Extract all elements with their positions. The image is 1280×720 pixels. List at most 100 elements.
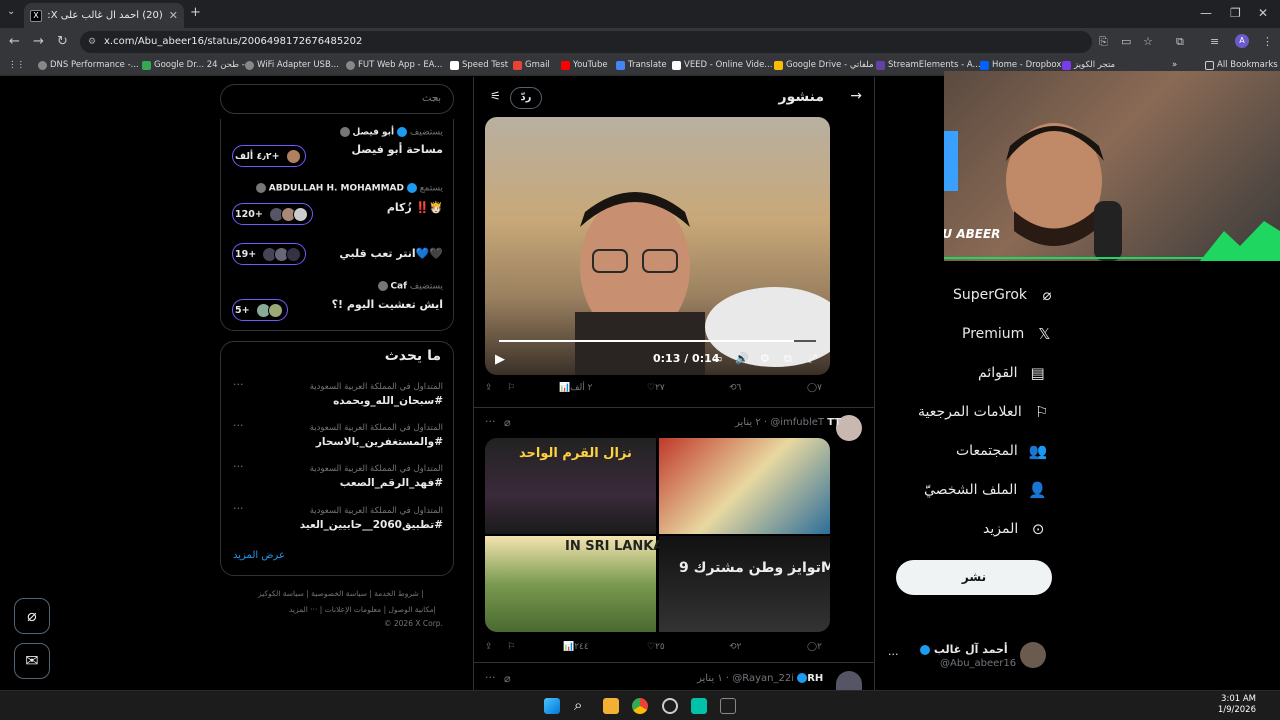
bookmark-item[interactable]: Home - Dropbox xyxy=(980,60,1061,70)
app-icon[interactable] xyxy=(691,698,707,714)
video-progress-track[interactable] xyxy=(499,340,816,342)
translate-icon[interactable]: ⎘ xyxy=(1099,35,1108,49)
reload-icon[interactable]: ↻ xyxy=(57,34,68,49)
like-button[interactable]: ♡ ٢٧ xyxy=(647,383,665,393)
repost-button[interactable]: ⟲ ٦ xyxy=(729,383,741,393)
trend-item[interactable]: المتداول في المملكة العربية السعودية #تط… xyxy=(221,502,455,542)
space-item[interactable]: يستضيف Caf ايش تعشيت اليوم !؟ 5+ xyxy=(221,279,455,329)
nav-bookmarks[interactable]: ⚐ العلامات المرجعية xyxy=(918,400,1052,424)
grok-icon[interactable]: ⌀ xyxy=(504,672,511,685)
more-icon[interactable]: ··· xyxy=(233,460,244,473)
bookmark-item[interactable]: YouTube xyxy=(561,60,608,70)
filter-icon[interactable]: ⚟ xyxy=(490,89,501,103)
bookmark-item[interactable]: DNS Performance -... xyxy=(38,60,139,70)
nav-premium[interactable]: 𝕏 Premium xyxy=(962,322,1054,346)
volume-icon[interactable]: 🔊 xyxy=(735,352,749,365)
listeners-pill[interactable]: 120+ xyxy=(232,203,313,225)
trend-item[interactable]: المتداول في المملكة العربية السعودية #فه… xyxy=(221,460,455,500)
system-clock[interactable]: 3:01 AM 1/9/2026 xyxy=(1218,694,1256,716)
bookmark-icon[interactable]: ⚐ xyxy=(507,642,515,652)
bookmark-item[interactable]: WiFi Adapter USB... xyxy=(245,60,339,70)
space-item[interactable]: يستمع ABDULLAH H. MOHAMMAD 🫅🏻‼️ زُكام 12… xyxy=(221,181,455,231)
bookmark-item[interactable]: Google Dr... طحن 24 - xyxy=(142,60,245,70)
show-more-link[interactable]: عرض المزيد xyxy=(233,550,285,561)
back-icon[interactable]: ← xyxy=(9,34,20,49)
close-window-icon[interactable]: ✕ xyxy=(1258,6,1268,20)
grok-icon[interactable]: ⌀ xyxy=(504,416,511,429)
avatar[interactable] xyxy=(836,671,862,690)
tweet-media-grid[interactable]: نزال القرم الواحد IN SRI LANKA توايز وطن… xyxy=(485,438,830,632)
url-input[interactable]: ⚙ x.com/Abu_abeer16/status/2006498172676… xyxy=(80,31,1092,53)
browser-tab[interactable]: X (20) أحمد آل غالب على X: "الى ... ✕ xyxy=(24,3,184,28)
bookmark-item[interactable]: VEED - Online Vide... xyxy=(672,60,772,70)
repost-button[interactable]: ⟲ ٢ xyxy=(729,642,741,652)
post-button[interactable]: نشر xyxy=(896,560,1052,595)
views-button[interactable]: 📊 ٢٤٤ xyxy=(563,642,589,652)
share-icon[interactable]: ⇪ xyxy=(485,642,493,652)
app-icon[interactable] xyxy=(662,698,678,714)
views-button[interactable]: 📊 ٢ ألف xyxy=(559,383,592,393)
minimize-icon[interactable]: — xyxy=(1200,6,1212,20)
like-button[interactable]: ♡ ٢٥ xyxy=(647,642,665,652)
fullscreen-icon[interactable]: ⤢ xyxy=(808,352,817,366)
media-image[interactable]: IN SRI LANKA xyxy=(485,536,663,632)
bookmark-item[interactable]: Translate xyxy=(616,60,667,70)
bookmark-item[interactable]: FUT Web App - EA... xyxy=(346,60,442,70)
apps-icon[interactable]: ⋮⋮ xyxy=(8,60,25,70)
listeners-pill[interactable]: 19+ xyxy=(232,243,307,265)
file-explorer-icon[interactable] xyxy=(603,698,619,714)
nav-supergrok[interactable]: ⌀ SuperGrok xyxy=(953,283,1057,307)
bookmark-icon[interactable]: ⚐ xyxy=(507,383,515,393)
more-icon[interactable]: ··· xyxy=(233,419,244,432)
media-image[interactable]: توايز وطن مشترك 9M xyxy=(659,536,830,632)
bookmark-item[interactable]: Speed Test xyxy=(450,60,508,70)
profile-avatar[interactable]: A xyxy=(1235,34,1249,48)
new-tab-icon[interactable]: + xyxy=(190,5,201,20)
space-item[interactable]: يستضيف أبو فيصل مساحة أبو فيصل ٤٫٢ ألف+ xyxy=(221,125,455,175)
all-bookmarks[interactable]: All Bookmarks xyxy=(1205,60,1278,70)
nav-communities[interactable]: 👥 المجتمعات xyxy=(956,439,1048,463)
reply-count-button[interactable]: ◯ ٢ xyxy=(807,642,822,652)
tab-search-icon[interactable]: ⌄ xyxy=(7,6,15,17)
account-switcher[interactable]: ··· أحمد آل غالب @Abu_abeer16 xyxy=(880,638,1050,674)
video-player[interactable]: ▶ 0:13 / 0:14 ▭ 🔊 ⚙ ⧉ ⤢ xyxy=(485,117,830,375)
media-image[interactable]: نزال القرم الواحد xyxy=(485,438,656,534)
star-icon[interactable]: ☆ xyxy=(1143,35,1153,48)
listeners-pill[interactable]: 5+ xyxy=(232,299,288,321)
media-image[interactable] xyxy=(659,438,830,534)
bookmark-item[interactable]: متجر الكويز xyxy=(1062,60,1115,70)
more-icon[interactable]: ··· xyxy=(485,671,496,684)
start-icon[interactable] xyxy=(544,698,560,714)
share-icon[interactable]: ⇪ xyxy=(485,383,493,393)
cast-icon[interactable]: ▭ xyxy=(1121,35,1131,48)
messages-button[interactable]: ✉ xyxy=(14,643,50,679)
footer-links[interactable]: إمكانية الوصول | معلومات الإعلانات | ···… xyxy=(289,605,436,614)
more-bookmarks-icon[interactable]: » xyxy=(1172,60,1177,70)
forward-icon[interactable]: → xyxy=(33,34,44,49)
footer-links[interactable]: شروط الخدمة | سياسة الخصوصية | سياسة الك… xyxy=(258,589,424,598)
more-icon[interactable]: ··· xyxy=(233,378,244,391)
settings-icon[interactable]: ⚙ xyxy=(760,352,770,365)
app-icon[interactable] xyxy=(720,698,736,714)
captions-icon[interactable]: ▭ xyxy=(712,352,722,365)
search-input[interactable]: ⌕ بحث xyxy=(220,84,454,114)
listeners-pill[interactable]: ٤٫٢ ألف+ xyxy=(232,145,306,167)
back-arrow-icon[interactable]: → xyxy=(850,88,862,104)
bookmark-item[interactable]: Google Drive - ملفاتي xyxy=(774,60,874,70)
nav-more[interactable]: ⊙ المزيد xyxy=(983,517,1048,541)
pip-icon[interactable]: ⧉ xyxy=(784,352,792,366)
tab-close-icon[interactable]: ✕ xyxy=(169,9,178,22)
grok-button[interactable]: ⌀ xyxy=(14,598,50,634)
reply-count-button[interactable]: ◯ ٧ xyxy=(807,383,822,393)
nav-lists[interactable]: ▤ القوائم xyxy=(978,361,1048,385)
more-icon[interactable]: ··· xyxy=(485,415,496,428)
play-icon[interactable]: ▶ xyxy=(495,352,505,367)
reply-button[interactable]: ردّ xyxy=(510,87,542,109)
nav-profile[interactable]: 👤 الملف الشخصيّ xyxy=(924,478,1047,502)
more-icon[interactable]: ··· xyxy=(233,502,244,515)
trend-item[interactable]: المتداول في المملكة العربية السعودية #سب… xyxy=(221,378,455,418)
more-icon[interactable]: ··· xyxy=(888,648,899,661)
extensions-icon[interactable]: ⧉ xyxy=(1176,35,1184,49)
trend-item[interactable]: المتداول في المملكة العربية السعودية #وا… xyxy=(221,419,455,459)
site-info-icon[interactable]: ⚙ xyxy=(88,31,96,53)
